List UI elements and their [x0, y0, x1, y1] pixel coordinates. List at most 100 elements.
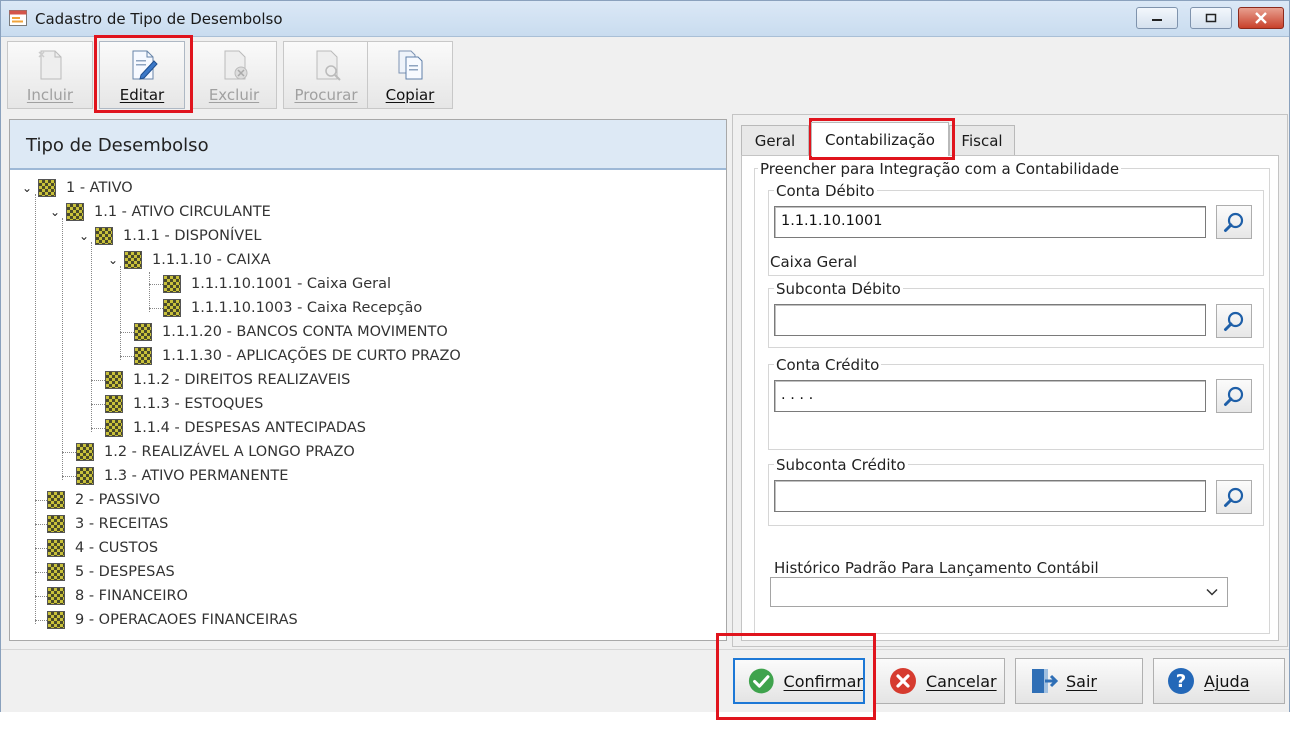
- copiar-button[interactable]: Copiar: [367, 41, 453, 109]
- tree-node-label: 1.3 - ATIVO PERMANENTE: [104, 468, 289, 484]
- subconta-debito-lookup-button[interactable]: [1216, 304, 1252, 338]
- tree-node-label: 1.1.1.30 - APLICAÇÕES DE CURTO PRAZO: [162, 348, 461, 364]
- excluir-button[interactable]: Excluir: [191, 41, 277, 109]
- tree-connector: [149, 308, 163, 309]
- tree-connector: [120, 332, 134, 333]
- tree-node[interactable]: 8 - FINANCEIRO: [47, 584, 188, 608]
- minimize-button[interactable]: [1136, 7, 1178, 29]
- account-folder-icon: [105, 395, 123, 413]
- account-folder-icon: [134, 347, 152, 365]
- subconta-debito-label: Subconta Débito: [774, 280, 903, 298]
- tree-node-label: 1.2 - REALIZÁVEL A LONGO PRAZO: [104, 444, 355, 460]
- confirmar-label: Confirmar: [783, 671, 863, 691]
- app-icon: [9, 10, 27, 26]
- chevron-down-icon: [1206, 588, 1218, 596]
- tree-connector: [120, 266, 121, 360]
- conta-credito-field[interactable]: . . . .: [774, 380, 1206, 412]
- ajuda-button[interactable]: ? Ajuda: [1153, 658, 1285, 704]
- tree-connector: [91, 428, 105, 429]
- sair-button[interactable]: Sair: [1015, 658, 1143, 704]
- subconta-credito-lookup-button[interactable]: [1216, 480, 1252, 514]
- tree-node[interactable]: 9 - OPERACAOES FINANCEIRAS: [47, 608, 298, 632]
- help-circle-icon: ?: [1168, 668, 1194, 694]
- tree-node[interactable]: 3 - RECEITAS: [47, 512, 168, 536]
- account-folder-icon: [47, 539, 65, 557]
- title-bar[interactable]: Cadastro de Tipo de Desembolso: [1, 1, 1289, 37]
- tree-connector: [91, 404, 105, 405]
- tree-node[interactable]: ⌄ 1 - ATIVO: [20, 176, 133, 200]
- close-icon: [1255, 12, 1267, 24]
- tree-connector: [91, 380, 105, 381]
- details-panel: Geral Contabilização Fiscal Preencher pa…: [732, 114, 1288, 647]
- conta-debito-lookup-button[interactable]: [1216, 205, 1252, 239]
- conta-debito-value: 1.1.1.10.1001: [781, 213, 883, 229]
- tree-connector: [35, 596, 47, 597]
- historico-select[interactable]: [770, 577, 1228, 607]
- incluir-button[interactable]: Incluir: [7, 41, 93, 109]
- chevron-down-icon[interactable]: ⌄: [77, 229, 91, 243]
- tree-connector: [62, 218, 63, 480]
- subconta-credito-field[interactable]: [774, 480, 1206, 512]
- tree-node[interactable]: 1.1.4 - DESPESAS ANTECIPADAS: [105, 416, 366, 440]
- tree-node-label: 1.1.1.10 - CAIXA: [152, 252, 271, 268]
- tab-fiscal[interactable]: Fiscal: [949, 125, 1015, 155]
- chevron-down-icon[interactable]: ⌄: [48, 205, 62, 219]
- cancelar-button[interactable]: Cancelar: [875, 658, 1005, 704]
- close-button[interactable]: [1238, 7, 1284, 29]
- tab-geral[interactable]: Geral: [741, 125, 809, 155]
- tree-node[interactable]: ⌄ 1.1.1 - DISPONÍVEL: [77, 224, 261, 248]
- account-folder-icon: [76, 443, 94, 461]
- tree-connector: [62, 476, 76, 477]
- maximize-icon: [1205, 13, 1217, 23]
- desktop-background: [0, 712, 1290, 735]
- chevron-down-icon[interactable]: ⌄: [20, 181, 34, 195]
- tree-node[interactable]: 1.1.2 - DIREITOS REALIZAVEIS: [105, 368, 350, 392]
- tree-connector: [120, 356, 134, 357]
- tree-node[interactable]: 2 - PASSIVO: [47, 488, 160, 512]
- account-folder-icon: [47, 611, 65, 629]
- desktop-background-edge: [1292, 0, 1315, 735]
- tree-node[interactable]: 1.1.3 - ESTOQUES: [105, 392, 263, 416]
- tree-panel: Tipo de Desembolso ⌄ 1 - ATIVO ⌄ 1.1 - ATI…: [9, 119, 727, 641]
- tree-node-label: 1.1.4 - DESPESAS ANTECIPADAS: [133, 420, 366, 436]
- account-folder-icon: [95, 227, 113, 245]
- account-folder-icon: [105, 371, 123, 389]
- window-title: Cadastro de Tipo de Desembolso: [35, 10, 283, 28]
- account-folder-icon: [134, 323, 152, 341]
- tree-node[interactable]: 5 - DESPESAS: [47, 560, 175, 584]
- tree-node[interactable]: 1.1.1.10.1003 - Caixa Recepção: [163, 296, 422, 320]
- maximize-button[interactable]: [1190, 7, 1232, 29]
- tree-node-label: 2 - PASSIVO: [75, 492, 161, 508]
- chevron-down-icon[interactable]: ⌄: [106, 253, 120, 267]
- account-tree[interactable]: ⌄ 1 - ATIVO ⌄ 1.1 - ATIVO CIRCULANTE ⌄ 1.1.…: [10, 172, 726, 632]
- tree-node[interactable]: 1.2 - REALIZÁVEL A LONGO PRAZO: [76, 440, 355, 464]
- tree-node-label: 1.1.1.10.1001 - Caixa Geral: [191, 276, 392, 292]
- procurar-button[interactable]: Procurar: [283, 41, 369, 109]
- subconta-credito-label: Subconta Crédito: [774, 456, 908, 474]
- editar-button[interactable]: Editar: [99, 41, 185, 109]
- tree-node[interactable]: 1.3 - ATIVO PERMANENTE: [76, 464, 288, 488]
- conta-credito-lookup-button[interactable]: [1216, 379, 1252, 413]
- tree-node[interactable]: ⌄ 1.1 - ATIVO CIRCULANTE: [48, 200, 271, 224]
- confirmar-button[interactable]: Confirmar: [733, 658, 865, 704]
- tree-connector: [62, 452, 76, 453]
- tree-node[interactable]: 1.1.1.10.1001 - Caixa Geral: [163, 272, 391, 296]
- tree-node[interactable]: 4 - CUSTOS: [47, 536, 158, 560]
- tab-contabilizacao-label: Contabilização: [825, 130, 935, 149]
- conta-debito-field[interactable]: 1.1.1.10.1001: [774, 206, 1206, 238]
- account-folder-icon: [47, 491, 65, 509]
- tree-node-label: 1.1.2 - DIREITOS REALIZAVEIS: [133, 372, 351, 388]
- tree-node-label: 9 - OPERACAOES FINANCEIRAS: [75, 612, 298, 628]
- tree-node[interactable]: 1.1.1.30 - APLICAÇÕES DE CURTO PRAZO: [134, 344, 461, 368]
- tab-contabilizacao[interactable]: Contabilização: [811, 122, 949, 156]
- account-folder-icon: [76, 467, 94, 485]
- tree-node-label: 1.1.1.10.1003 - Caixa Recepção: [191, 300, 423, 316]
- tree-node[interactable]: 1.1.1.20 - BANCOS CONTA MOVIMENTO: [134, 320, 448, 344]
- tree-node[interactable]: ⌄ 1.1.1.10 - CAIXA: [106, 248, 271, 272]
- tree-node-label: 1 - ATIVO: [66, 180, 133, 196]
- svg-text:?: ?: [1176, 671, 1186, 692]
- subconta-debito-field[interactable]: [774, 304, 1206, 336]
- tree-connector: [35, 524, 47, 525]
- search-icon: [1224, 311, 1244, 331]
- historico-label: Histórico Padrão Para Lançamento Contábi…: [774, 559, 1099, 577]
